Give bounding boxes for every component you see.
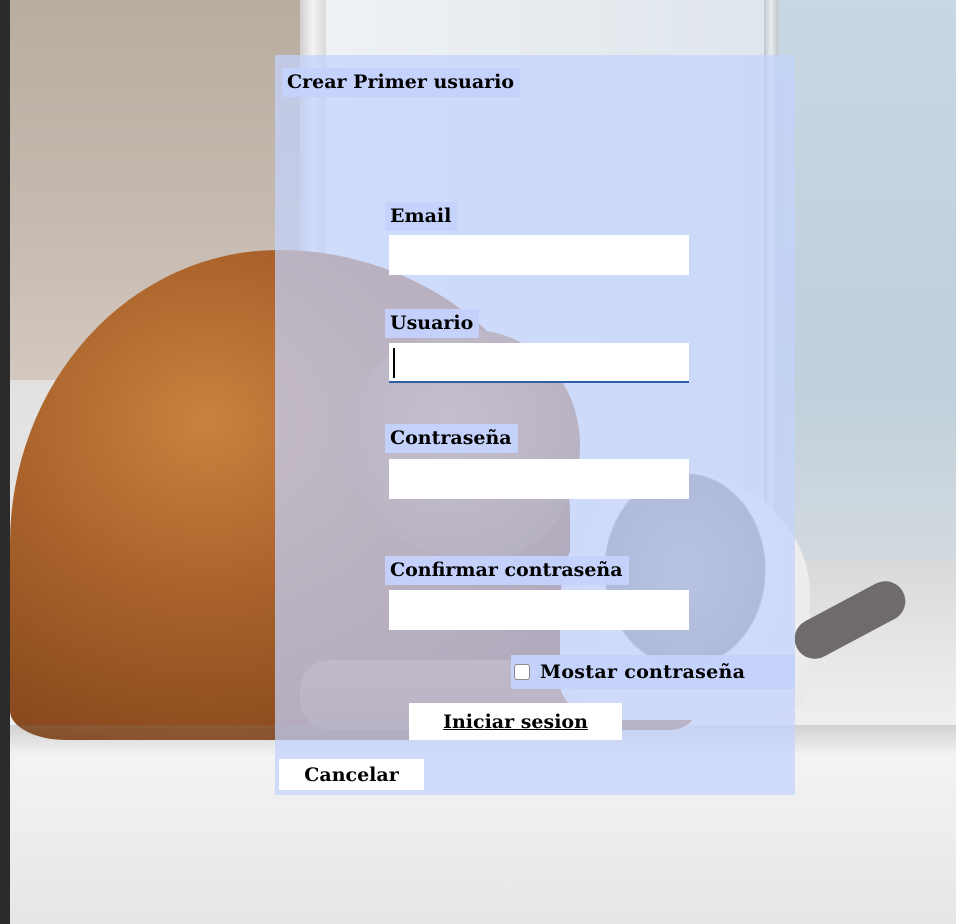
text-cursor — [393, 348, 395, 378]
show-password-checkbox[interactable] — [514, 664, 530, 680]
password-label: Contraseña — [385, 424, 518, 453]
login-button[interactable]: Iniciar sesion — [409, 703, 622, 740]
confirm-password-label: Confirmar contraseña — [385, 556, 629, 585]
app-viewport: Crear Primer usuario Email Usuario Contr… — [0, 0, 956, 924]
email-field[interactable] — [389, 235, 689, 275]
usuario-field[interactable] — [389, 343, 689, 383]
usuario-label: Usuario — [385, 309, 480, 338]
show-password-toggle[interactable]: Mostar contraseña — [511, 655, 795, 689]
form-title: Crear Primer usuario — [282, 68, 521, 97]
confirm-password-field[interactable] — [389, 590, 689, 630]
background-left-edge — [0, 0, 10, 924]
password-field[interactable] — [389, 459, 689, 499]
background-window-right — [778, 0, 956, 620]
show-password-label: Mostar contraseña — [540, 661, 746, 683]
cancel-button[interactable]: Cancelar — [279, 759, 424, 790]
email-label: Email — [385, 202, 458, 231]
